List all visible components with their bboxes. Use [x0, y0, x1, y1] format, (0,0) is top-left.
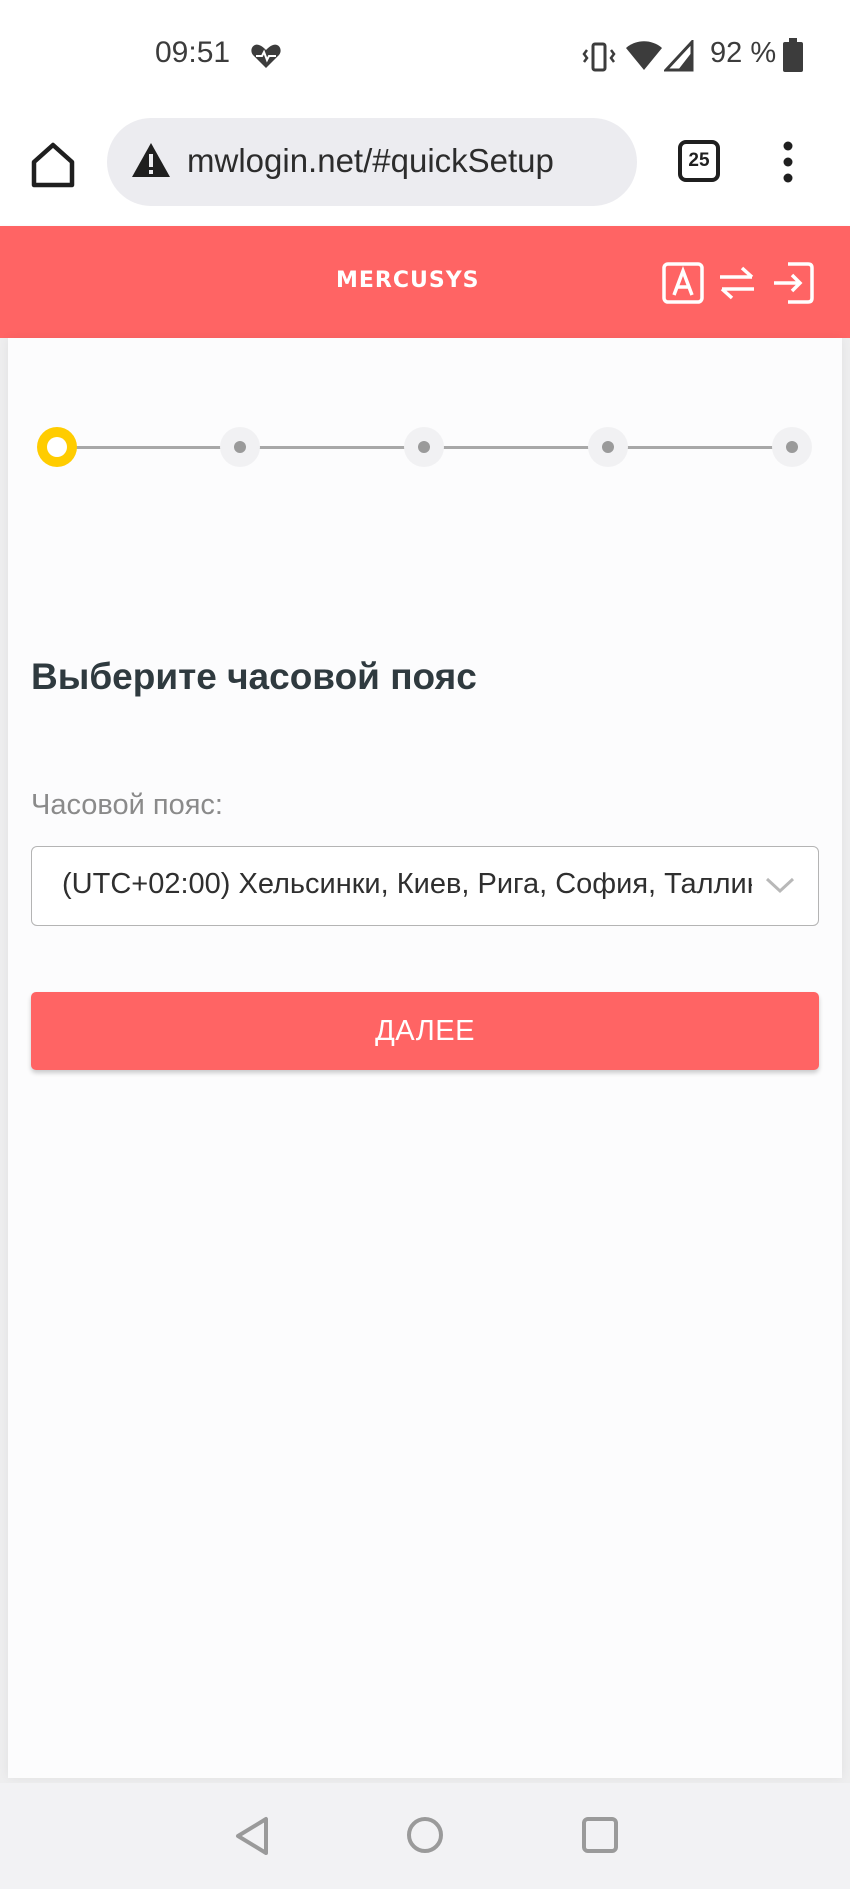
- home-icon[interactable]: [28, 140, 78, 190]
- browser-toolbar: mwlogin.net/#quickSetup 25: [0, 110, 850, 226]
- step-2-dot: [220, 427, 260, 467]
- status-bar: 09:51 92 %: [0, 0, 850, 110]
- stepper-line: [66, 446, 616, 449]
- url-text[interactable]: mwlogin.net/#quickSetup: [187, 142, 554, 180]
- logout-icon[interactable]: [772, 262, 814, 304]
- step-4-dot: [588, 427, 628, 467]
- timezone-select[interactable]: (UTC+02:00) Хельсинки, Киев, Рига, София…: [31, 846, 819, 926]
- signal-icon: [664, 40, 694, 72]
- page-title: Выберите часовой пояс: [31, 656, 477, 697]
- battery-icon: [783, 38, 803, 72]
- more-menu-icon[interactable]: [776, 140, 800, 184]
- stepper-line: [616, 446, 786, 449]
- timezone-selected-value[interactable]: (UTC+02:00) Хельсинки, Киев, Рига, София…: [62, 868, 752, 901]
- site-header: MERCUSYS: [0, 226, 850, 338]
- battery-percent: 92 %: [710, 37, 777, 69]
- system-nav-bar: [0, 1783, 850, 1889]
- language-icon[interactable]: [662, 262, 704, 304]
- address-bar[interactable]: mwlogin.net/#quickSetup: [107, 118, 637, 206]
- vibrate-icon: [582, 42, 616, 72]
- step-1-dot: [37, 427, 77, 467]
- not-secure-warning-icon[interactable]: [131, 142, 171, 178]
- switch-mode-icon[interactable]: [716, 262, 758, 304]
- status-time: 09:51: [155, 36, 231, 69]
- home-circle-icon[interactable]: [405, 1815, 445, 1855]
- tab-switcher-button[interactable]: 25: [678, 140, 720, 182]
- wifi-icon: [626, 41, 662, 70]
- recents-icon[interactable]: [580, 1815, 620, 1855]
- next-button[interactable]: ДАЛЕЕ: [31, 992, 819, 1070]
- wizard-stepper: [8, 338, 842, 467]
- chevron-down-icon[interactable]: [764, 873, 796, 897]
- brand-logo: MERCUSYS: [336, 268, 480, 293]
- step-3-dot: [404, 427, 444, 467]
- back-icon[interactable]: [234, 1815, 272, 1857]
- heart-rate-icon: [251, 44, 281, 68]
- quick-setup-card: Выберите часовой пояс Часовой пояс: (UTC…: [8, 338, 842, 1778]
- timezone-label: Часовой пояс:: [31, 789, 223, 821]
- step-5-dot: [772, 427, 812, 467]
